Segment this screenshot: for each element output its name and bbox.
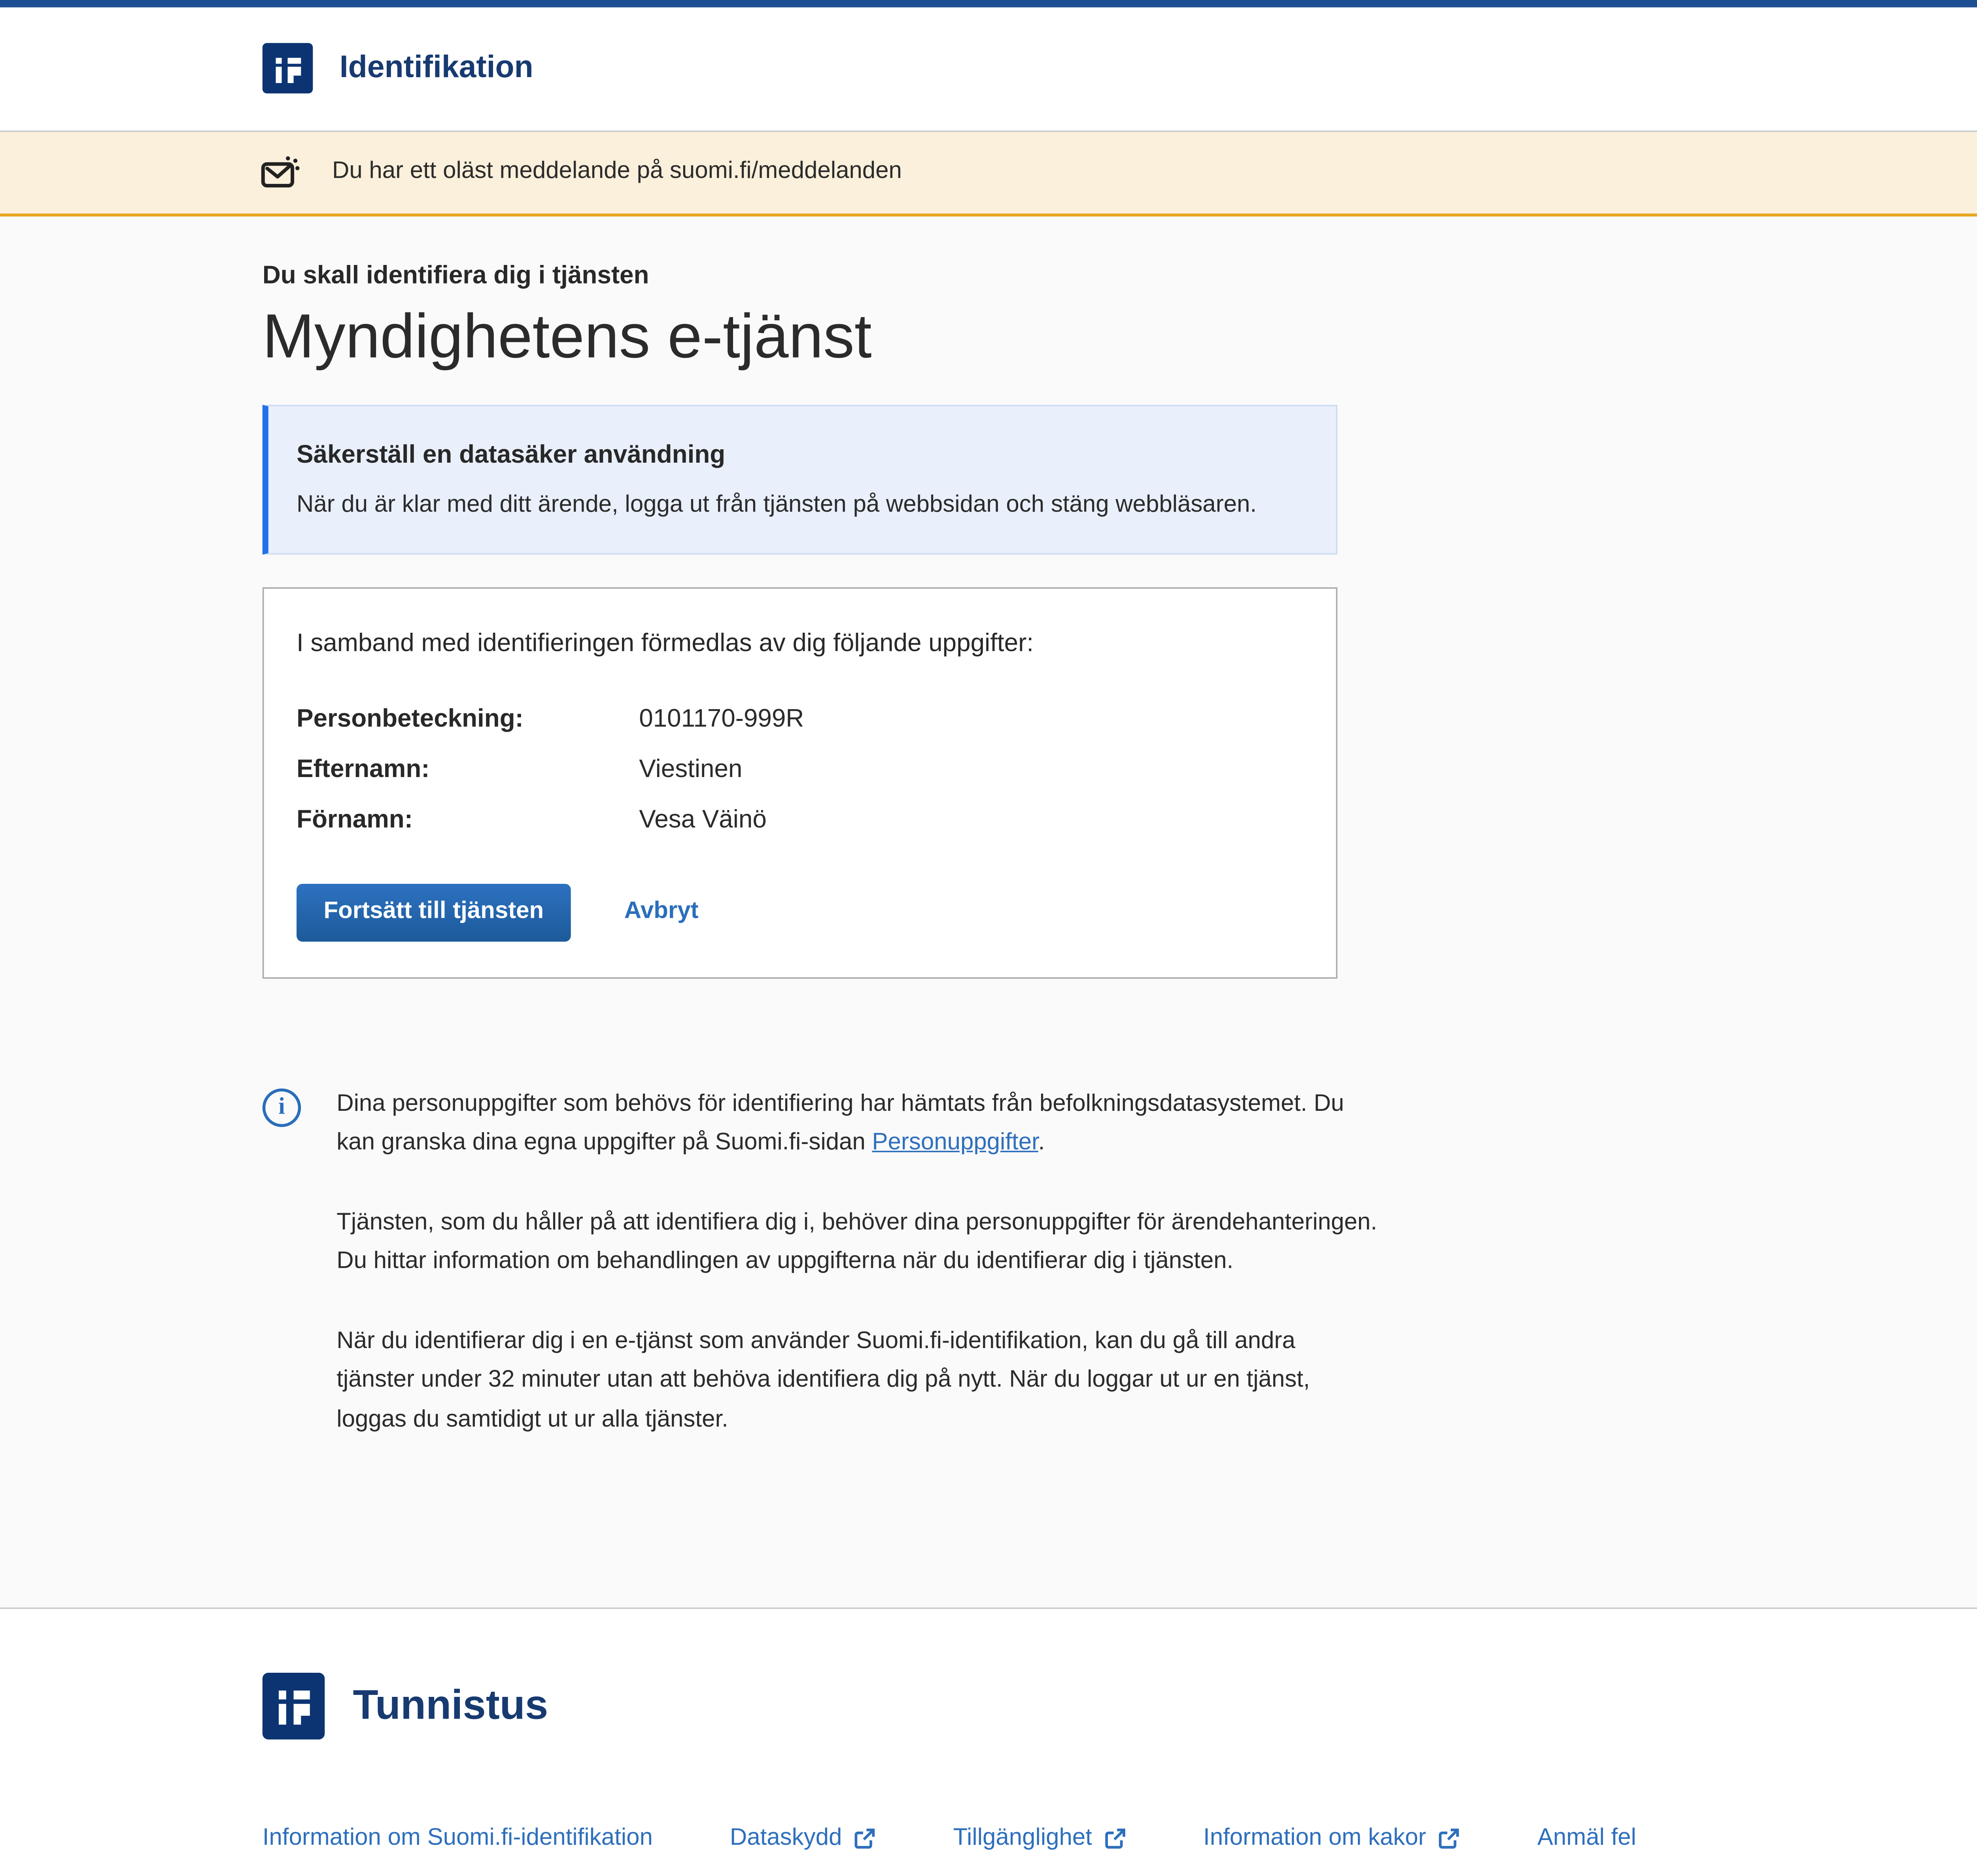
page: Identifikation Du har ett oläst meddelan… <box>0 0 1977 1876</box>
service-kicker: Du skall identifiera dig i tjänsten <box>263 257 1977 293</box>
footer-link-2[interactable]: Dataskydd <box>730 1825 876 1851</box>
info-paragraph-1-period: . <box>1038 1130 1045 1155</box>
personuppgifter-link[interactable]: Personuppgifter <box>872 1130 1038 1155</box>
top-accent-bar <box>0 0 1977 7</box>
field-label: Förnamn: <box>297 803 639 836</box>
info-notes: i Dina personuppgifter som behövs för id… <box>263 1085 1977 1480</box>
footer: Tunnistus Information om Suomi.fi-identi… <box>0 1608 1977 1876</box>
info-paragraph-3: När du identifierar dig i en e-tjänst so… <box>336 1322 1378 1440</box>
footer-link-5[interactable]: Anmäl fel <box>1537 1825 1636 1851</box>
security-info-body: När du är klar med ditt ärende, logga ut… <box>297 489 1300 522</box>
main-content: Du skall identifiera dig i tjänsten Mynd… <box>0 216 1977 1608</box>
field-value: Viestinen <box>639 753 1300 785</box>
envelope-check-sparkle-icon <box>261 155 301 189</box>
suomifi-logo-icon <box>263 43 313 94</box>
footer-link-label: Information om kakor <box>1203 1825 1426 1851</box>
footer-link-label: Tillgänglighet <box>953 1825 1092 1851</box>
external-link-icon <box>1436 1826 1460 1850</box>
field-row: Förnamn:Vesa Väinö <box>297 803 1300 836</box>
continue-button[interactable]: Fortsätt till tjänsten <box>297 883 571 941</box>
info-paragraph-2: Tjänsten, som du håller på att identifie… <box>336 1203 1378 1282</box>
footer-links: Information om Suomi.fi-identifikation Da… <box>263 1825 1977 1851</box>
field-value: Vesa Väinö <box>639 803 1300 836</box>
external-link-icon <box>852 1826 876 1850</box>
suomifi-logo-icon <box>263 1672 325 1739</box>
cancel-link[interactable]: Avbryt <box>624 899 699 926</box>
info-circle-icon: i <box>263 1088 301 1127</box>
footer-link-4[interactable]: Information om kakor <box>1203 1825 1460 1851</box>
header: Identifikation <box>0 7 1977 131</box>
info-paragraphs: Dina personuppgifter som behövs för iden… <box>336 1085 1378 1480</box>
footer-link-label: Information om Suomi.fi-identifikation <box>263 1825 653 1851</box>
security-info-box: Säkerställ en datasäker användning När d… <box>263 404 1338 554</box>
footer-link-3[interactable]: Tillgänglighet <box>953 1825 1126 1851</box>
page-title: Myndighetens e-tjänst <box>263 296 1977 376</box>
field-row: Efternamn:Viestinen <box>297 753 1300 785</box>
card-actions: Fortsätt till tjänsten Avbryt <box>297 883 1300 941</box>
personal-data-fields: Personbeteckning:0101170-999REfternamn:V… <box>297 702 1300 836</box>
field-row: Personbeteckning:0101170-999R <box>297 702 1300 735</box>
notification-bar: Du har ett oläst meddelande på suomi.fi/… <box>0 131 1977 216</box>
footer-brand: Tunnistus <box>263 1672 1977 1739</box>
footer-brand-title: Tunnistus <box>353 1682 548 1729</box>
field-label: Efternamn: <box>297 753 639 785</box>
external-link-icon <box>1102 1826 1126 1850</box>
footer-link-label: Anmäl fel <box>1537 1825 1636 1851</box>
notification-message: Du har ett oläst meddelande på suomi.fi/… <box>332 159 902 185</box>
field-value: 0101170-999R <box>639 702 1300 735</box>
security-info-title: Säkerställ en datasäker användning <box>297 437 1300 471</box>
card-intro: I samband med identifieringen förmedlas … <box>297 625 1300 661</box>
info-paragraph-1-text: Dina personuppgifter som behövs för iden… <box>336 1091 1344 1155</box>
header-brand-title: Identifikation <box>340 51 533 86</box>
footer-link-1[interactable]: Information om Suomi.fi-identifikation <box>263 1825 653 1851</box>
info-paragraph-1: Dina personuppgifter som behövs för iden… <box>336 1085 1378 1163</box>
field-label: Personbeteckning: <box>297 702 639 735</box>
identification-card: I samband med identifieringen förmedlas … <box>263 586 1338 978</box>
footer-link-label: Dataskydd <box>730 1825 842 1851</box>
header-brand: Identifikation <box>263 43 533 94</box>
